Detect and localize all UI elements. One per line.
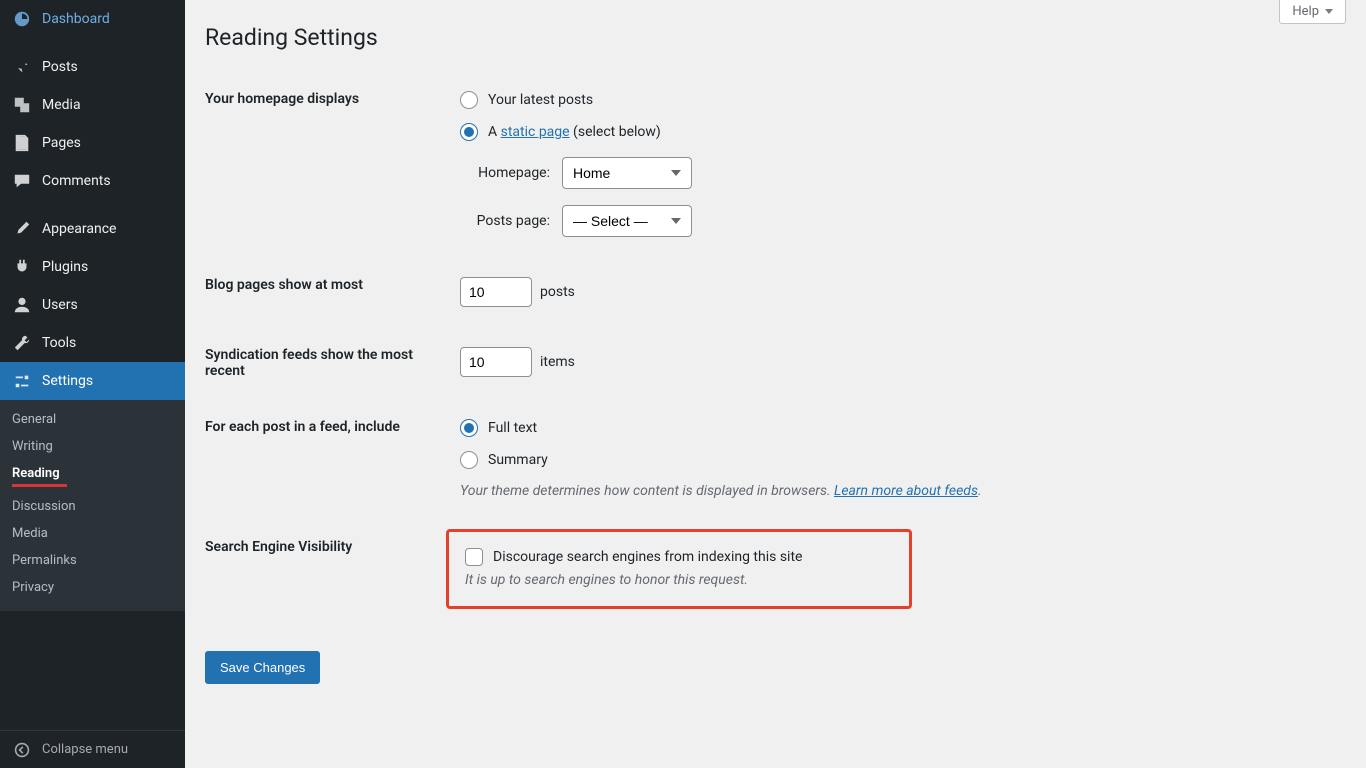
sidebar-item-label: Users — [42, 297, 78, 313]
homepage-select[interactable]: Home — [562, 157, 692, 189]
collapse-menu-button[interactable]: Collapse menu — [0, 730, 185, 768]
discourage-search-checkbox[interactable] — [465, 548, 483, 566]
sidebar-item-plugins[interactable]: Plugins — [0, 248, 185, 286]
sidebar-item-label: Dashboard — [42, 11, 110, 27]
sidebar-item-label: Comments — [42, 173, 111, 189]
sidebar-item-label: Appearance — [42, 221, 116, 237]
blog-pages-unit: posts — [540, 284, 575, 300]
submenu-item-permalinks[interactable]: Permalinks — [0, 547, 185, 574]
help-label: Help — [1292, 4, 1319, 19]
caret-down-icon — [1325, 9, 1333, 14]
learn-feeds-link[interactable]: Learn more about feeds — [834, 483, 978, 499]
sidebar-item-settings[interactable]: Settings — [0, 362, 185, 400]
submenu-item-privacy[interactable]: Privacy — [0, 574, 185, 601]
highlight-box: Discourage search engines from indexing … — [446, 529, 912, 609]
comment-icon — [12, 171, 32, 191]
syndication-input[interactable] — [460, 347, 532, 377]
static-page-link[interactable]: static page — [501, 124, 570, 140]
submenu-item-discussion[interactable]: Discussion — [0, 493, 185, 520]
main-content: Help Reading Settings Your homepage disp… — [185, 0, 1366, 768]
row-label-search-visibility: Search Engine Visibility — [205, 519, 460, 629]
pin-icon — [12, 57, 32, 77]
submenu-item-writing[interactable]: Writing — [0, 433, 185, 460]
radio-full-text[interactable] — [460, 419, 478, 437]
sidebar-item-posts[interactable]: Posts — [0, 48, 185, 86]
submenu-item-general[interactable]: General — [0, 406, 185, 433]
row-label-blog-pages: Blog pages show at most — [205, 257, 460, 327]
row-label-homepage: Your homepage displays — [205, 71, 460, 257]
dashboard-icon — [12, 9, 32, 29]
sidebar-item-dashboard[interactable]: Dashboard — [0, 0, 185, 38]
row-label-syndication: Syndication feeds show the most recent — [205, 327, 460, 399]
sidebar-item-users[interactable]: Users — [0, 286, 185, 324]
radio-label-latest: Your latest posts — [488, 92, 593, 108]
sidebar-item-label: Posts — [42, 59, 78, 75]
save-changes-button[interactable]: Save Changes — [205, 651, 320, 684]
sidebar-item-comments[interactable]: Comments — [0, 162, 185, 200]
settings-form: Your homepage displays Your latest posts… — [205, 71, 1346, 629]
brush-icon — [12, 219, 32, 239]
submenu-item-reading[interactable]: Reading — [0, 460, 185, 493]
row-label-feed-include: For each post in a feed, include — [205, 399, 460, 519]
radio-label-static: A static page (select below) — [488, 124, 661, 140]
sidebar-item-pages[interactable]: Pages — [0, 124, 185, 162]
blog-pages-input[interactable] — [460, 277, 532, 307]
radio-static-page[interactable] — [460, 123, 478, 141]
radio-summary[interactable] — [460, 451, 478, 469]
sidebar-item-label: Pages — [42, 135, 81, 151]
sliders-icon — [12, 371, 32, 391]
sidebar-item-label: Settings — [42, 373, 93, 389]
feed-description: Your theme determines how content is dis… — [460, 483, 1336, 499]
wrench-icon — [12, 333, 32, 353]
sidebar-item-media[interactable]: Media — [0, 86, 185, 124]
sidebar-item-label: Plugins — [42, 259, 88, 275]
postspage-select-label: Posts page: — [460, 213, 550, 229]
media-icon — [12, 95, 32, 115]
user-icon — [12, 295, 32, 315]
plug-icon — [12, 257, 32, 277]
discourage-label: Discourage search engines from indexing … — [493, 549, 802, 565]
search-visibility-desc: It is up to search engines to honor this… — [465, 572, 893, 588]
settings-submenu: General Writing Reading Discussion Media… — [0, 400, 185, 611]
sidebar-item-label: Media — [42, 97, 81, 113]
admin-sidebar: Dashboard Posts Media Pages Comments App… — [0, 0, 185, 768]
help-tab[interactable]: Help — [1279, 0, 1346, 24]
sidebar-item-label: Tools — [42, 335, 76, 351]
page-title: Reading Settings — [205, 0, 1346, 71]
radio-label-full: Full text — [488, 420, 537, 436]
syndication-unit: items — [540, 354, 575, 370]
collapse-label: Collapse menu — [42, 742, 128, 757]
radio-label-summary: Summary — [488, 452, 548, 468]
radio-latest-posts[interactable] — [460, 91, 478, 109]
postspage-select[interactable]: — Select — — [562, 205, 692, 237]
sidebar-item-tools[interactable]: Tools — [0, 324, 185, 362]
homepage-select-label: Homepage: — [460, 165, 550, 181]
sidebar-item-appearance[interactable]: Appearance — [0, 210, 185, 248]
collapse-icon — [12, 740, 32, 760]
submenu-item-media[interactable]: Media — [0, 520, 185, 547]
pages-icon — [12, 133, 32, 153]
